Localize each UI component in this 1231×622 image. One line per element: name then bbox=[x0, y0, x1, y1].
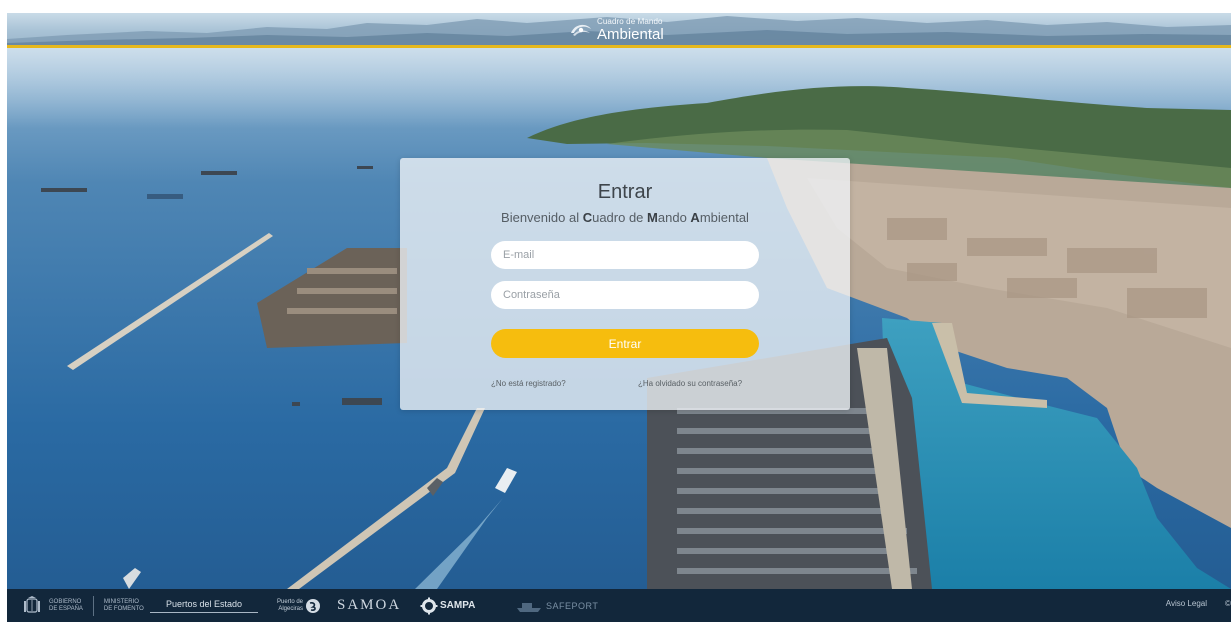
subtitle-bold-c: C bbox=[582, 210, 593, 225]
ministerio-line-1: MINISTERIO bbox=[103, 598, 139, 605]
ship-icon bbox=[517, 602, 541, 612]
gear-icon bbox=[420, 597, 438, 614]
puertos-underline bbox=[150, 611, 258, 613]
subtitle-ambiental: mbiental bbox=[699, 210, 749, 225]
footer-bar: GOBIERNO DE ESPAÑA MINISTERIO DE FOMENTO… bbox=[7, 589, 1231, 622]
login-button[interactable]: Entrar bbox=[491, 329, 759, 358]
subtitle-bold-a: A bbox=[690, 210, 700, 225]
email-field[interactable] bbox=[491, 241, 759, 269]
password-field[interactable] bbox=[491, 281, 759, 309]
safeport-logo[interactable]: SAFEPORT bbox=[516, 589, 598, 622]
login-title: Entrar bbox=[597, 181, 653, 203]
brand-title-bottom: Ambiental bbox=[597, 26, 664, 43]
gobierno-line-2: DE ESPAÑA bbox=[49, 605, 83, 612]
sampa-logo[interactable]: SAMPA bbox=[420, 589, 475, 622]
swirl-logo-icon bbox=[571, 24, 591, 36]
login-card: Entrar Bienvenido al Cuadro de Mando Amb… bbox=[400, 158, 850, 410]
ministerio-line-2: DE FOMENTO bbox=[103, 605, 144, 612]
header-banner: Cuadro de Mando Ambiental bbox=[7, 13, 1231, 45]
algeciras-logo-icon bbox=[306, 598, 321, 613]
aviso-legal-link[interactable]: Aviso Legal bbox=[1166, 599, 1207, 608]
sampa-label: SAMPA bbox=[440, 600, 476, 611]
algeciras-line-1: Puerto de bbox=[277, 598, 304, 605]
puertos-label: Puertos del Estado bbox=[165, 598, 243, 609]
subtitle-cuadro: uadro de bbox=[592, 210, 648, 225]
copyright-text: © bbox=[1225, 599, 1231, 608]
brand-logo[interactable]: Cuadro de Mando Ambiental bbox=[569, 17, 664, 43]
puertos-del-estado-logo[interactable]: Puertos del Estado bbox=[150, 589, 258, 622]
spain-crest-icon bbox=[24, 595, 40, 613]
logo-divider bbox=[92, 595, 94, 616]
puerto-algeciras-logo[interactable]: Puerto de Algeciras bbox=[277, 589, 321, 622]
login-subtitle: Bienvenido al Cuadro de Mando Ambiental bbox=[400, 210, 850, 225]
register-link[interactable]: ¿No está registrado? bbox=[491, 379, 566, 388]
safeport-label: SAFEPORT bbox=[546, 600, 599, 611]
forgot-password-link[interactable]: ¿Ha olvidado su contraseña? bbox=[638, 379, 742, 388]
samoa-logo[interactable]: SAMOA bbox=[337, 589, 401, 622]
gobierno-ministerio-logo[interactable]: GOBIERNO DE ESPAÑA MINISTERIO DE FOMENTO bbox=[21, 589, 144, 622]
subtitle-bold-m: M bbox=[647, 210, 658, 225]
subtitle-mando: ando bbox=[657, 210, 691, 225]
algeciras-line-2: Algeciras bbox=[278, 605, 304, 612]
page-frame: Cuadro de Mando Ambiental Entrar Bienven… bbox=[7, 13, 1231, 622]
gobierno-line-1: GOBIERNO bbox=[49, 598, 82, 605]
subtitle-prefix: Bienvenido al bbox=[501, 210, 583, 225]
brand-title-top: Cuadro de Mando bbox=[597, 17, 663, 26]
